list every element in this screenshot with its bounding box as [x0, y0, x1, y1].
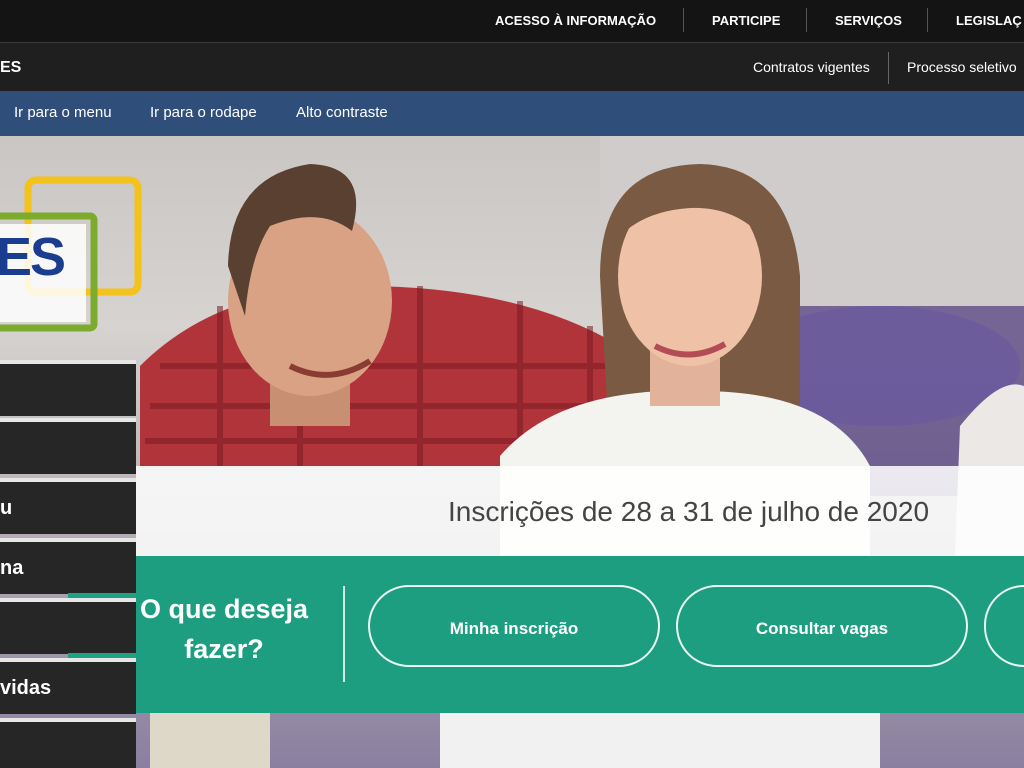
side-menu-item[interactable]: [0, 718, 136, 768]
action-title-line-1: O que deseja: [139, 594, 309, 624]
action-title-line-2: fazer?: [184, 634, 264, 664]
side-menu-item[interactable]: [0, 360, 136, 416]
site-name: ES: [0, 59, 22, 76]
link-contratos-vigentes[interactable]: Contratos vigentes: [753, 59, 870, 75]
link-processo-seletivo[interactable]: Processo seletivo: [907, 59, 1017, 75]
gov-link-acesso-informacao[interactable]: ACESSO À INFORMAÇÃO: [495, 13, 656, 28]
side-menu-item-label: vidas: [0, 677, 52, 699]
site-header-bar: ES Contratos vigentes Processo seletivo: [0, 43, 1024, 91]
gov-link-legislacao[interactable]: LEGISLAÇ: [956, 13, 1022, 28]
gov-link-participe[interactable]: PARTICIPE: [712, 13, 780, 28]
link-ir-para-rodape[interactable]: Ir para o rodape: [150, 104, 257, 121]
side-menu-item-label: na: [0, 557, 24, 579]
link-alto-contraste[interactable]: Alto contraste: [296, 104, 388, 121]
action-title: O que deseja fazer?: [136, 589, 312, 669]
consultar-vagas-button[interactable]: Consultar vagas: [676, 585, 968, 667]
divider: [927, 8, 928, 32]
side-menu-item[interactable]: u: [0, 478, 136, 534]
side-menu-item[interactable]: [0, 598, 136, 654]
link-ir-para-menu[interactable]: Ir para o menu: [14, 104, 112, 121]
divider: [888, 52, 889, 84]
inscricoes-dates: Inscrições de 28 a 31 de julho de 2020: [448, 496, 930, 527]
divider: [343, 586, 345, 682]
side-menu-item-label: u: [0, 497, 13, 519]
minha-inscricao-button[interactable]: Minha inscrição: [368, 585, 660, 667]
hero-banner: ES Inscrições de 28 a 31 de julho de 202…: [0, 136, 1024, 768]
side-menu-item[interactable]: [0, 418, 136, 474]
gov-top-bar: ACESSO À INFORMAÇÃO PARTICIPE SERVIÇOS L…: [0, 0, 1024, 43]
side-menu-item[interactable]: na: [0, 538, 136, 594]
gov-link-servicos[interactable]: SERVIÇOS: [835, 13, 902, 28]
logo-text: ES: [0, 227, 66, 287]
accessibility-bar: Ir para o menu Ir para o rodape Alto con…: [0, 91, 1024, 136]
divider: [683, 8, 684, 32]
side-menu-item[interactable]: vidas: [0, 658, 136, 714]
divider: [806, 8, 807, 32]
